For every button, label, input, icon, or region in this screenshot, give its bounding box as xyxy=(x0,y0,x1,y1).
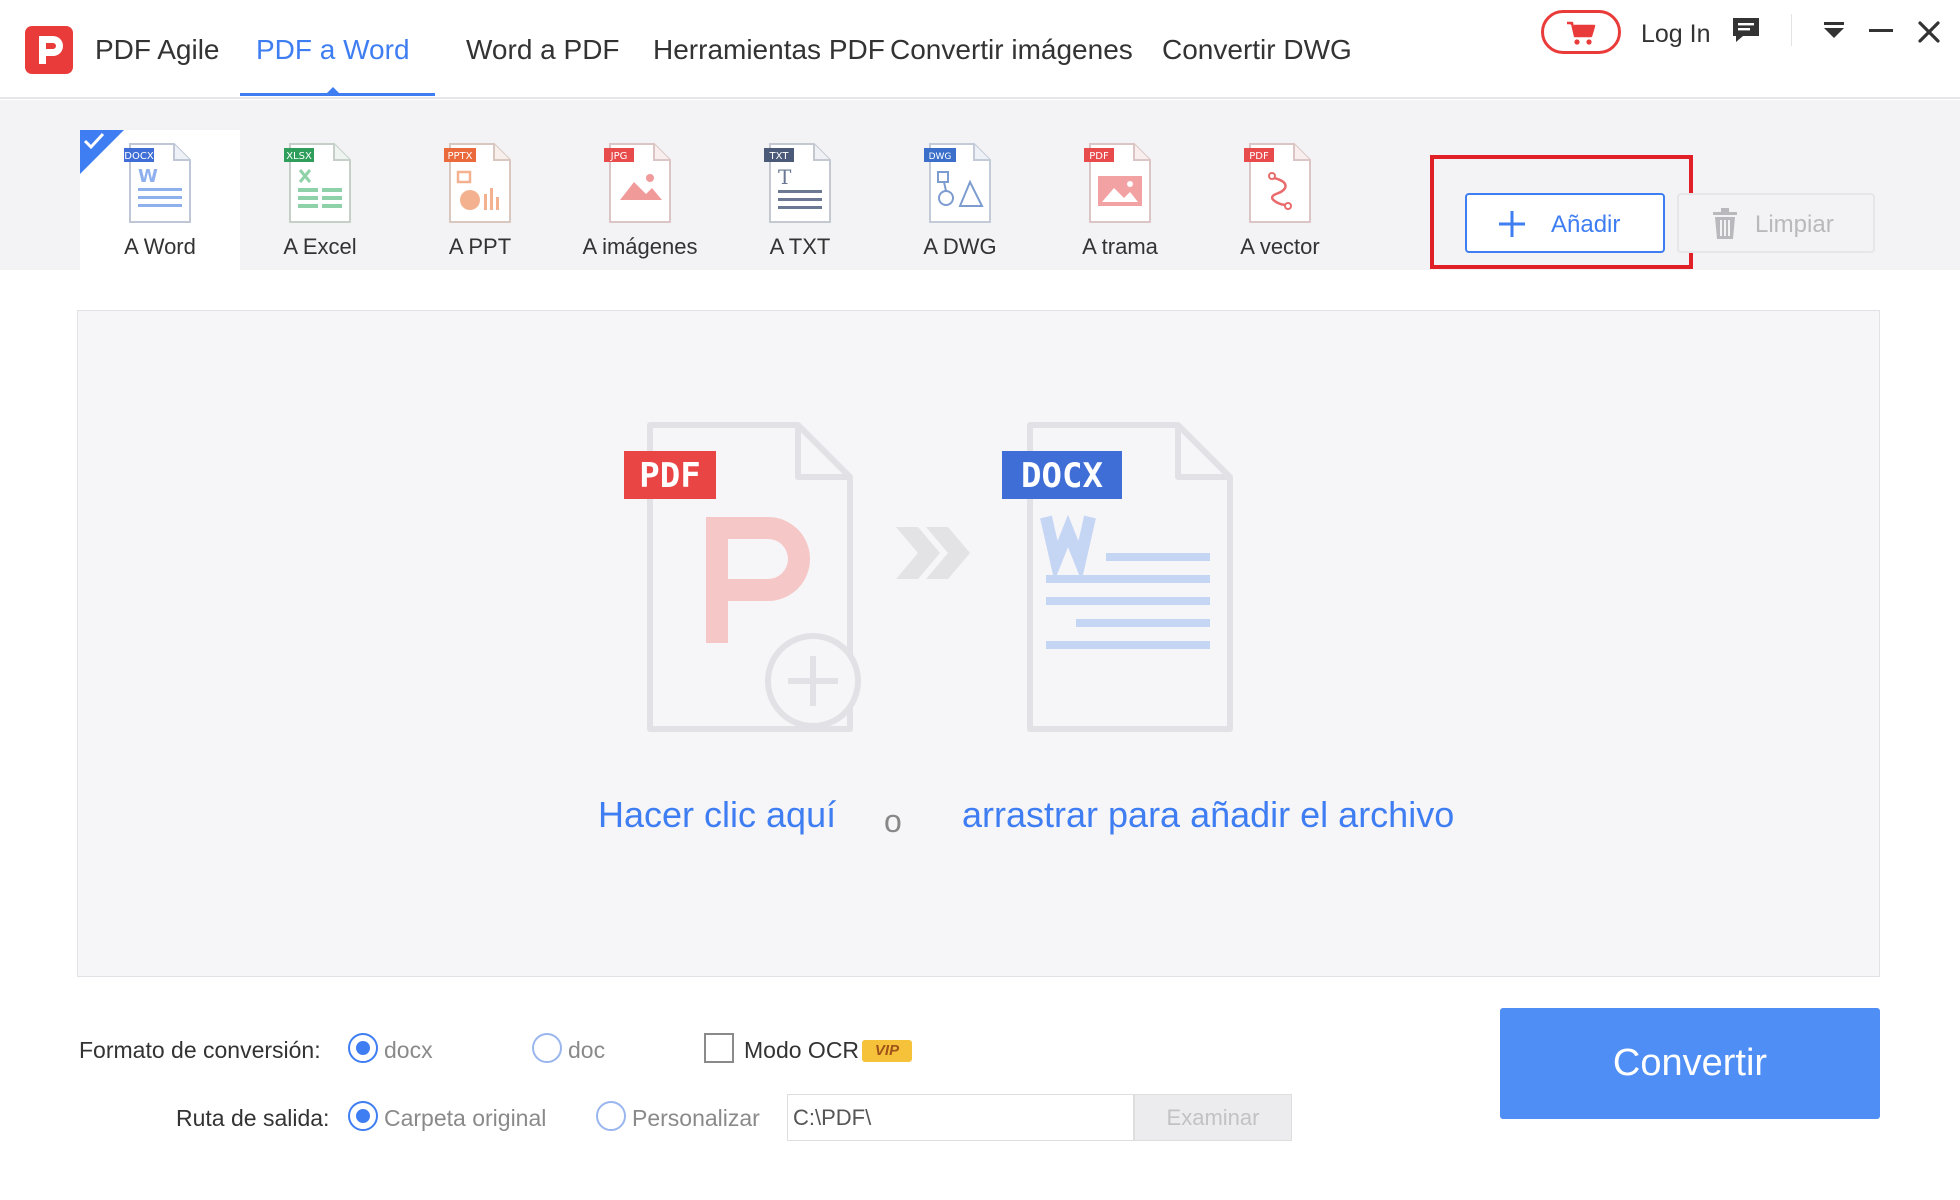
tool-label: A imágenes xyxy=(582,234,698,259)
ocr-mode-checkbox[interactable] xyxy=(704,1033,734,1063)
login-link[interactable]: Log In xyxy=(1641,20,1711,49)
tool-label: A Excel xyxy=(283,234,357,259)
file-drop-zone[interactable]: PDF DOCX Hacer clic aquí o arrastrar par… xyxy=(77,310,1880,977)
nav-tab-pdf-tools[interactable]: Herramientas PDF xyxy=(653,34,885,66)
tool-to-dwg[interactable]: DWG A DWG xyxy=(880,130,1040,270)
tool-badge-text: XLSX xyxy=(286,151,312,162)
pdf-badge-text: PDF xyxy=(639,456,700,496)
or-separator: o xyxy=(884,803,902,839)
browse-button[interactable]: Examinar xyxy=(1134,1094,1292,1141)
app-name: PDF Agile xyxy=(95,34,220,65)
tool-to-images[interactable]: JPG A imágenes xyxy=(560,130,720,270)
tool-label: A TXT xyxy=(769,234,831,259)
svg-text:W: W xyxy=(138,166,158,187)
output-original-folder-radio[interactable] xyxy=(348,1101,378,1131)
vip-badge: VIP xyxy=(862,1040,912,1062)
tool-badge-text: JPG xyxy=(610,151,628,162)
txt-file-icon: TXT T xyxy=(764,143,831,223)
feedback-icon[interactable] xyxy=(1731,16,1761,49)
nav-tab-pdf-to-word[interactable]: PDF a Word xyxy=(256,34,410,66)
drag-to-add-hint: arrastrar para añadir el archivo xyxy=(962,794,1455,835)
cart-button[interactable] xyxy=(1541,10,1621,54)
click-to-add-link[interactable]: Hacer clic aquí xyxy=(598,794,836,836)
pptx-file-icon: PPTX xyxy=(444,143,511,223)
double-chevron-right-icon xyxy=(896,527,970,579)
add-button-label: Añadir xyxy=(1551,211,1621,238)
title-bar: PDF Agile PDF a Word Word a PDF Herramie… xyxy=(0,0,1960,99)
add-button[interactable]: Añadir xyxy=(1465,193,1665,253)
output-path-label: Ruta de salida: xyxy=(176,1105,330,1131)
pdf-to-docx-illustration: PDF DOCX xyxy=(624,422,1233,732)
tool-to-txt[interactable]: TXT T A TXT xyxy=(720,130,880,270)
active-tab-caret xyxy=(326,87,340,94)
tool-to-ppt[interactable]: PPTX A PPT xyxy=(400,130,560,270)
raster-pdf-file-icon: PDF xyxy=(1084,143,1151,223)
xlsx-file-icon: XLSX xyxy=(284,143,351,223)
clear-button[interactable]: Limpiar xyxy=(1677,193,1875,253)
format-doc-label[interactable]: doc xyxy=(568,1037,605,1064)
docx-file-icon: DOCX W xyxy=(124,143,191,223)
output-custom-label[interactable]: Personalizar xyxy=(632,1105,760,1132)
ocr-mode-label[interactable]: Modo OCR xyxy=(744,1037,859,1064)
menu-dropdown-icon[interactable] xyxy=(1816,14,1852,50)
output-original-folder-label[interactable]: Carpeta original xyxy=(384,1105,546,1132)
close-icon[interactable] xyxy=(1911,14,1947,50)
output-path-input[interactable] xyxy=(787,1094,1134,1141)
clear-button-label: Limpiar xyxy=(1755,211,1834,238)
plus-icon xyxy=(1499,211,1525,237)
tool-badge-text: PPTX xyxy=(447,151,472,162)
tool-label: A trama xyxy=(1082,234,1158,259)
tool-badge-text: DWG xyxy=(929,152,952,162)
trash-icon xyxy=(1713,208,1737,239)
tool-badge-text: PDF xyxy=(1249,151,1269,162)
app-logo-icon xyxy=(25,26,73,74)
jpg-file-icon: JPG xyxy=(604,143,671,223)
svg-text:T: T xyxy=(778,165,792,189)
tool-badge-text: PDF xyxy=(1089,151,1109,162)
vector-pdf-file-icon: PDF xyxy=(1244,143,1311,223)
tool-label: A vector xyxy=(1240,234,1320,259)
format-doc-radio[interactable] xyxy=(532,1033,562,1063)
nav-tab-word-to-pdf[interactable]: Word a PDF xyxy=(466,34,620,66)
docx-badge-text: DOCX xyxy=(1021,456,1103,496)
tool-to-word[interactable]: DOCX W A Word xyxy=(80,130,240,270)
tool-badge-text: DOCX xyxy=(124,151,154,162)
minimize-icon[interactable] xyxy=(1863,14,1899,50)
conversion-format-label: Formato de conversión: xyxy=(79,1037,321,1063)
check-icon xyxy=(83,132,105,150)
tool-to-raster[interactable]: PDF A trama xyxy=(1040,130,1200,270)
nav-tab-convert-images[interactable]: Convertir imágenes xyxy=(890,34,1133,66)
format-docx-label[interactable]: docx xyxy=(384,1037,433,1064)
tool-to-excel[interactable]: XLSX A Excel xyxy=(240,130,400,270)
nav-tab-convert-dwg[interactable]: Convertir DWG xyxy=(1162,34,1352,66)
tool-label: A PPT xyxy=(448,234,512,259)
format-docx-radio[interactable] xyxy=(348,1033,378,1063)
window-controls-separator xyxy=(1791,14,1792,46)
output-custom-radio[interactable] xyxy=(596,1101,626,1131)
docx-file-icon: DOCX xyxy=(1002,422,1233,732)
pdf-file-icon: PDF xyxy=(624,422,861,732)
tool-label: A DWG xyxy=(923,234,997,259)
dwg-file-icon: DWG xyxy=(924,143,991,223)
tool-badge-text: TXT xyxy=(769,151,790,162)
convert-button[interactable]: Convertir xyxy=(1500,1008,1880,1119)
tool-label: A Word xyxy=(124,234,196,259)
tool-to-vector[interactable]: PDF A vector xyxy=(1200,130,1360,270)
cart-icon xyxy=(1567,21,1596,45)
